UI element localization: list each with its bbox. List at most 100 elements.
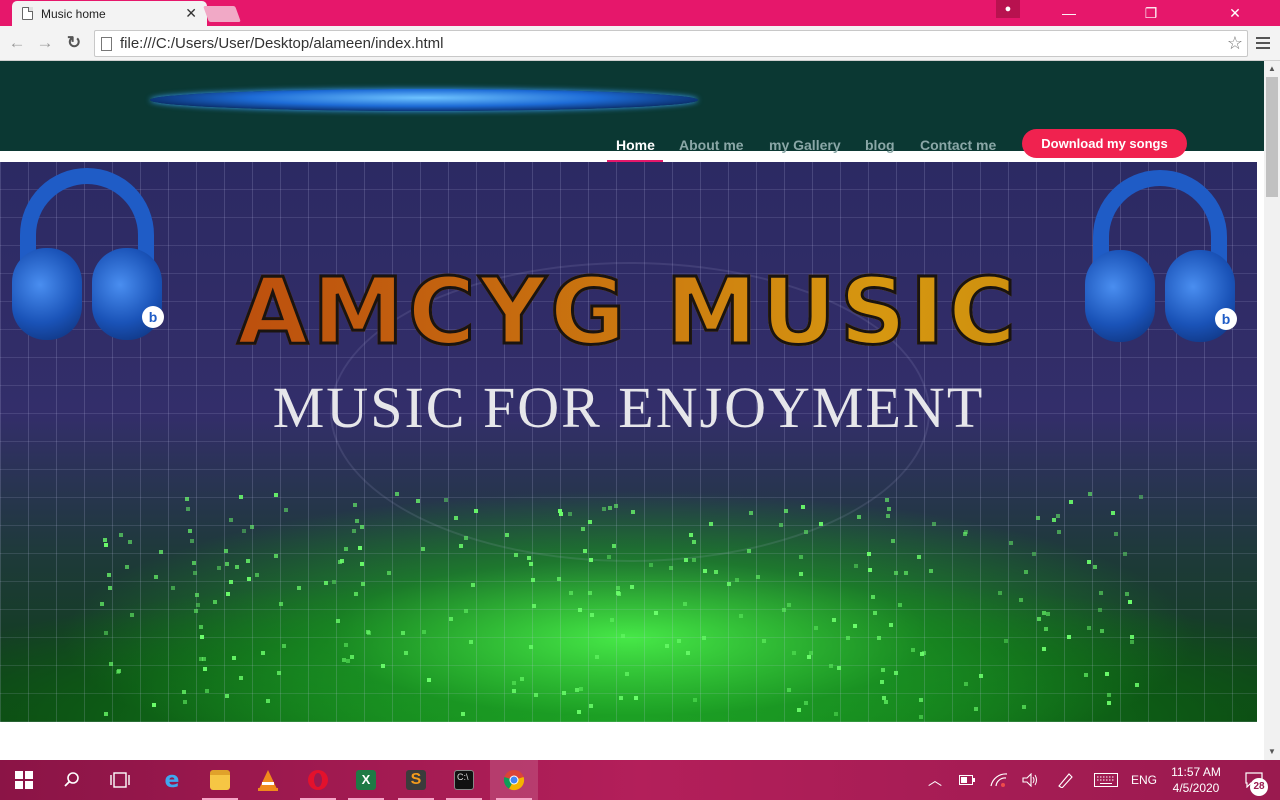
close-window-button[interactable]: ✕ bbox=[1212, 0, 1258, 26]
site-logo[interactable] bbox=[128, 83, 703, 123]
forward-arrow-icon[interactable]: → bbox=[34, 32, 56, 54]
action-center-icon[interactable]: 28 bbox=[1236, 760, 1272, 800]
sparkle bbox=[1129, 634, 1134, 639]
url-text[interactable]: file:///C:/Users/User/Desktop/alameen/in… bbox=[120, 35, 1223, 52]
sparkle bbox=[616, 586, 621, 591]
sparkle bbox=[283, 507, 288, 512]
excel-icon[interactable]: X bbox=[342, 760, 390, 800]
command-prompt-icon[interactable]: C:\ bbox=[440, 760, 488, 800]
sparkle bbox=[1086, 626, 1091, 631]
sparkle bbox=[686, 650, 691, 655]
sparkle bbox=[107, 572, 112, 577]
scroll-thumb[interactable] bbox=[1266, 77, 1278, 197]
edge-icon[interactable]: e bbox=[148, 760, 196, 800]
nav-contact-me[interactable]: Contact me bbox=[920, 137, 996, 153]
nav-about-me[interactable]: About me bbox=[679, 137, 744, 153]
sparkle bbox=[689, 533, 694, 538]
sparkle bbox=[581, 527, 586, 532]
sparkle bbox=[103, 712, 108, 717]
download-songs-button[interactable]: Download my songs bbox=[1022, 129, 1187, 158]
restore-button[interactable]: ❐ bbox=[1128, 0, 1174, 26]
battery-icon[interactable] bbox=[956, 760, 978, 800]
sparkle bbox=[871, 594, 876, 599]
system-clock[interactable]: 11:57 AM 4/5/2020 bbox=[1164, 760, 1228, 800]
sparkle bbox=[831, 617, 836, 622]
sparkle bbox=[692, 557, 697, 562]
tab-close-icon[interactable]: ✕ bbox=[185, 5, 197, 22]
opera-icon[interactable] bbox=[294, 760, 342, 800]
volume-icon[interactable] bbox=[1020, 760, 1042, 800]
sparkle bbox=[857, 515, 862, 520]
sparkle bbox=[337, 559, 342, 564]
sparkle bbox=[346, 659, 351, 664]
sparkle bbox=[881, 695, 886, 700]
page-scrollbar[interactable]: ▲ ▼ bbox=[1264, 61, 1280, 760]
sparkle bbox=[963, 532, 968, 537]
sublime-text-icon[interactable]: S bbox=[392, 760, 440, 800]
sparkle bbox=[836, 665, 841, 670]
sparkle bbox=[787, 602, 792, 607]
network-icon[interactable] bbox=[988, 760, 1010, 800]
clock-time: 11:57 AM bbox=[1171, 765, 1221, 779]
sparkle bbox=[692, 697, 697, 702]
sparkle bbox=[323, 580, 328, 585]
sparkle bbox=[357, 546, 362, 551]
sparkle bbox=[578, 608, 583, 613]
pen-workspace-icon[interactable] bbox=[1054, 760, 1076, 800]
logo-ring-graphic bbox=[150, 89, 698, 111]
sparkle bbox=[360, 582, 365, 587]
chrome-icon[interactable] bbox=[490, 760, 538, 800]
nav-gallery[interactable]: my Gallery bbox=[769, 137, 841, 153]
language-indicator[interactable]: ENG bbox=[1128, 760, 1160, 800]
sparkle bbox=[625, 671, 630, 676]
sparkle bbox=[343, 547, 348, 552]
sparkle bbox=[332, 579, 337, 584]
sparkle bbox=[519, 677, 524, 682]
sparkle bbox=[265, 699, 270, 704]
task-view-icon[interactable] bbox=[96, 760, 144, 800]
sparkle bbox=[814, 625, 819, 630]
sparkle bbox=[677, 638, 682, 643]
sparkle bbox=[611, 543, 616, 548]
sparkle bbox=[274, 554, 279, 558]
sparkle bbox=[1057, 529, 1062, 534]
sparkle bbox=[872, 610, 877, 615]
sparkle bbox=[186, 507, 191, 512]
sparkle bbox=[464, 536, 469, 541]
address-bar[interactable]: file:///C:/Users/User/Desktop/alameen/in… bbox=[94, 30, 1248, 57]
sparkle bbox=[401, 631, 406, 636]
scroll-down-arrow-icon[interactable]: ▼ bbox=[1264, 744, 1280, 760]
reload-icon[interactable]: ↻ bbox=[63, 32, 85, 54]
minimize-button[interactable]: — bbox=[1046, 0, 1092, 26]
file-explorer-icon[interactable] bbox=[196, 760, 244, 800]
sparkle bbox=[273, 492, 278, 497]
search-icon[interactable] bbox=[48, 760, 96, 800]
windows-taskbar: e X S C:\ ︿ ENG 11:57 AM 4/5/2020 28 bbox=[0, 760, 1280, 800]
start-icon[interactable] bbox=[0, 760, 48, 800]
browser-menu-icon[interactable] bbox=[1254, 34, 1272, 52]
hero-title: AMCYG MUSIC bbox=[0, 257, 1257, 367]
nav-blog[interactable]: blog bbox=[865, 137, 895, 153]
show-hidden-icons-chevron-up-icon[interactable]: ︿ bbox=[924, 760, 946, 800]
hero-banner: b b AMCYG MUSIC MUSIC FOR ENJOYMENT bbox=[0, 162, 1257, 722]
sparkle bbox=[800, 505, 805, 510]
bookmark-star-icon[interactable]: ☆ bbox=[1223, 33, 1247, 54]
browser-tab[interactable]: Music home ✕ bbox=[12, 1, 207, 26]
back-arrow-icon[interactable]: ← bbox=[6, 32, 28, 54]
sparkle bbox=[618, 695, 623, 700]
sparkle bbox=[630, 509, 635, 514]
nav-home[interactable]: Home bbox=[616, 137, 655, 153]
tab-title: Music home bbox=[41, 6, 106, 21]
scroll-up-arrow-icon[interactable]: ▲ bbox=[1264, 61, 1280, 77]
sparkle bbox=[818, 522, 823, 527]
sparkle bbox=[228, 579, 233, 584]
sparkle bbox=[103, 631, 108, 636]
user-profile-icon[interactable]: ● bbox=[996, 0, 1020, 18]
sparkle bbox=[1113, 531, 1118, 536]
keyboard-icon[interactable] bbox=[1092, 760, 1120, 800]
vlc-icon[interactable] bbox=[244, 760, 292, 800]
sparkle bbox=[201, 656, 206, 661]
sparkle bbox=[242, 529, 247, 534]
sparkle bbox=[527, 555, 532, 560]
new-tab-button[interactable] bbox=[203, 6, 241, 22]
